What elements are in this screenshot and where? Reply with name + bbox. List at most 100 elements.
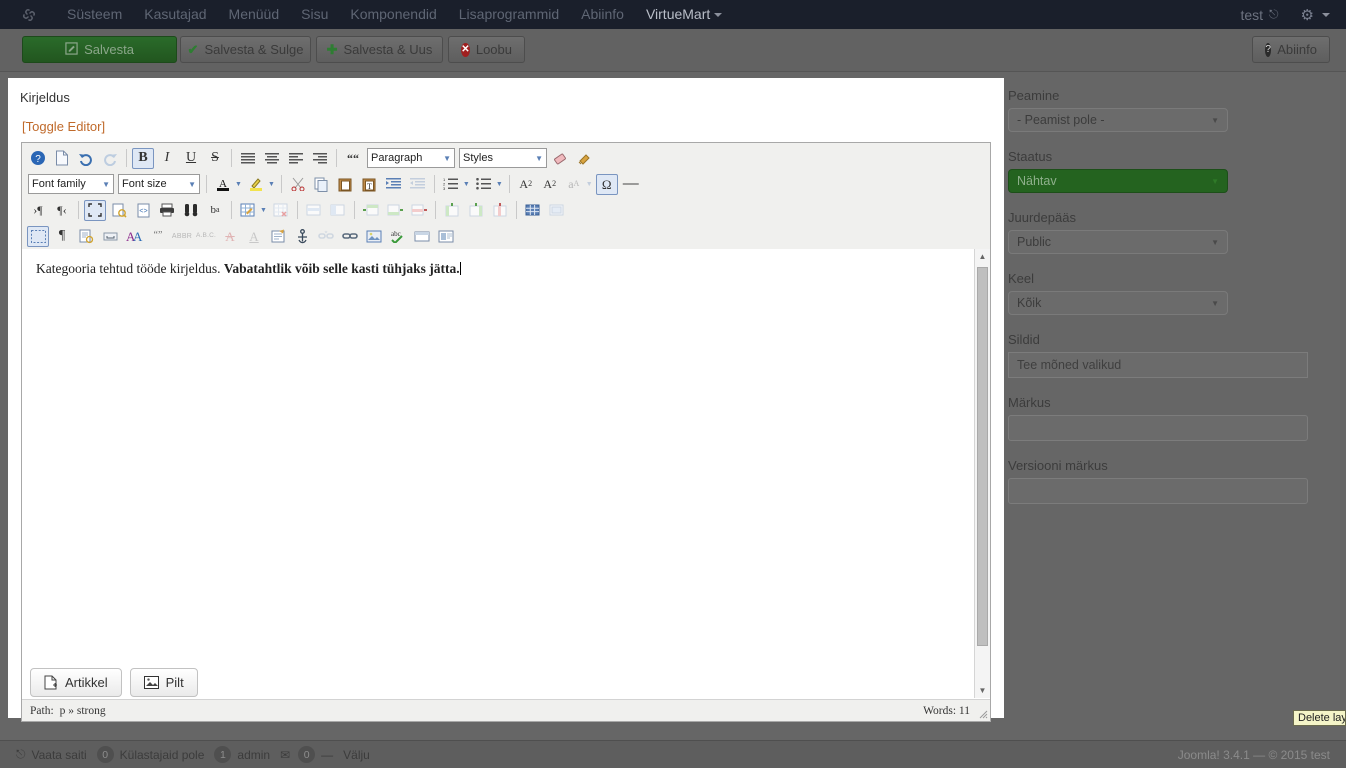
search-binoculars-icon[interactable] bbox=[180, 200, 202, 221]
style-format-icon[interactable]: AA bbox=[123, 226, 145, 247]
ltr-direction-icon[interactable]: ›¶ bbox=[27, 200, 49, 221]
show-blocks-pilcrow-icon[interactable]: ¶ bbox=[51, 226, 73, 247]
gear-icon[interactable]: ⚙ bbox=[1301, 6, 1314, 24]
acronym-icon: A.B.C. bbox=[196, 231, 216, 239]
logout-link[interactable]: Välju bbox=[343, 748, 370, 762]
select-keel[interactable]: Kõik ▼ bbox=[1008, 291, 1228, 315]
insert-article-button[interactable]: Artikkel bbox=[30, 668, 122, 697]
spellcheck-icon[interactable]: abc bbox=[387, 226, 409, 247]
editor-paragraph[interactable]: Kategooria tehtud tööde kirjeldus. Vabat… bbox=[22, 249, 990, 289]
help-icon[interactable]: ? bbox=[27, 148, 49, 169]
chevron-down-icon[interactable]: ▼ bbox=[496, 181, 503, 188]
save-and-close-button[interactable]: ✔ Salvesta & Sulge bbox=[180, 36, 311, 63]
rtl-direction-icon[interactable]: ¶‹ bbox=[51, 200, 73, 221]
paragraph-format-select[interactable]: Paragraph ▼ bbox=[367, 148, 455, 168]
select-juurdepaas[interactable]: Public ▼ bbox=[1008, 230, 1228, 254]
split-merged-cells-icon[interactable] bbox=[522, 200, 544, 221]
source-code-icon[interactable]: <> bbox=[132, 200, 154, 221]
insert-media-icon[interactable] bbox=[411, 226, 433, 247]
nav-item-lisaprogrammid[interactable]: Lisaprogrammid bbox=[448, 0, 570, 29]
editor-scrollbar[interactable]: ▲ ▼ bbox=[974, 249, 990, 698]
chevron-down-icon[interactable]: ▼ bbox=[463, 181, 470, 188]
italic-icon[interactable]: I bbox=[156, 148, 178, 169]
help-label: Abiinfo bbox=[1277, 42, 1317, 57]
paste-icon[interactable] bbox=[335, 174, 357, 195]
chevron-down-icon[interactable] bbox=[1322, 12, 1330, 17]
joomla-logo-icon[interactable] bbox=[20, 6, 38, 24]
text-color-icon[interactable]: A bbox=[212, 174, 234, 195]
cancel-button[interactable]: ✕ Loobu bbox=[448, 36, 525, 63]
editor-resize-grip[interactable] bbox=[976, 707, 988, 719]
view-site-link[interactable]: ⎋ Vaata saiti bbox=[16, 747, 87, 762]
paste-as-text-icon[interactable]: T bbox=[359, 174, 381, 195]
fullscreen-icon[interactable] bbox=[84, 199, 106, 221]
nav-item-susteem[interactable]: Süsteem bbox=[56, 0, 133, 29]
indent-icon[interactable] bbox=[383, 174, 405, 195]
insert-link-icon[interactable] bbox=[339, 226, 361, 247]
nonbreaking-space-icon[interactable] bbox=[99, 226, 121, 247]
nav-item-sisu[interactable]: Sisu bbox=[290, 0, 339, 29]
cite-icon[interactable]: “” bbox=[147, 226, 169, 247]
align-left-icon[interactable] bbox=[285, 148, 307, 169]
superscript-icon[interactable]: A2 bbox=[539, 174, 561, 195]
strikethrough-icon[interactable]: S bbox=[204, 148, 226, 169]
align-right-icon[interactable] bbox=[309, 148, 331, 169]
input-markus[interactable] bbox=[1008, 415, 1308, 441]
toggle-editor-link[interactable]: [Toggle Editor] bbox=[22, 119, 105, 134]
select-peamine[interactable]: - Peamist pole - ▼ bbox=[1008, 108, 1228, 132]
input-versiooni-markus[interactable] bbox=[1008, 478, 1308, 504]
bullet-list-icon[interactable] bbox=[473, 174, 495, 195]
editor-path-value[interactable]: p » strong bbox=[60, 705, 106, 717]
editor-content-area[interactable]: Kategooria tehtud tööde kirjeldus. Vabat… bbox=[22, 249, 990, 698]
blockquote-icon[interactable]: ““ bbox=[342, 148, 364, 169]
font-family-select[interactable]: Font family ▼ bbox=[28, 174, 114, 194]
underline-icon[interactable]: U bbox=[180, 148, 202, 169]
attributes-icon[interactable] bbox=[267, 226, 289, 247]
horizontal-rule-icon[interactable]: — bbox=[620, 174, 642, 195]
special-character-omega-icon[interactable]: Ω bbox=[595, 173, 618, 195]
insert-table-icon[interactable] bbox=[237, 200, 259, 221]
print-icon[interactable] bbox=[156, 200, 178, 221]
copy-icon[interactable] bbox=[311, 174, 333, 195]
save-button[interactable]: Salvesta bbox=[22, 36, 177, 63]
chevron-down-icon[interactable]: ▼ bbox=[260, 207, 267, 214]
insert-image-button[interactable]: Pilt bbox=[129, 668, 198, 697]
background-color-highlight-icon[interactable] bbox=[245, 174, 267, 195]
replace-icon[interactable]: ba bbox=[204, 200, 226, 221]
clean-brush-icon[interactable] bbox=[574, 148, 596, 169]
input-sildid[interactable]: Tee mõned valikud bbox=[1008, 352, 1308, 378]
subscript-icon[interactable]: A2 bbox=[515, 174, 537, 195]
insert-image-icon[interactable] bbox=[363, 226, 385, 247]
nav-item-abiinfo[interactable]: Abiinfo bbox=[570, 0, 635, 29]
admin-label[interactable]: admin bbox=[237, 748, 270, 762]
cut-scissors-icon[interactable] bbox=[287, 174, 309, 195]
chevron-down-icon[interactable]: ▼ bbox=[235, 181, 242, 188]
undo-icon[interactable] bbox=[75, 148, 97, 169]
scrollbar-thumb[interactable] bbox=[977, 267, 988, 646]
numbered-list-icon[interactable]: 123 bbox=[440, 174, 462, 195]
help-button[interactable]: ? Abiinfo bbox=[1252, 36, 1330, 63]
scroll-up-arrow-icon[interactable]: ▲ bbox=[975, 249, 990, 264]
nav-item-kasutajad[interactable]: Kasutajad bbox=[133, 0, 217, 29]
external-link-icon[interactable]: ⎋ bbox=[1269, 7, 1279, 22]
insert-layer-icon[interactable] bbox=[435, 226, 457, 247]
align-center-icon[interactable] bbox=[261, 148, 283, 169]
remove-format-eraser-icon[interactable] bbox=[550, 148, 572, 169]
font-size-select[interactable]: Font size ▼ bbox=[118, 174, 200, 194]
nav-item-komponendid[interactable]: Komponendid bbox=[339, 0, 447, 29]
visual-aid-icon[interactable] bbox=[27, 225, 49, 247]
preview-icon[interactable] bbox=[108, 200, 130, 221]
template-icon[interactable] bbox=[75, 226, 97, 247]
bold-icon[interactable]: B bbox=[132, 147, 154, 169]
envelope-icon[interactable]: ✉ bbox=[280, 748, 290, 762]
align-justify-icon[interactable] bbox=[237, 148, 259, 169]
save-and-new-button[interactable]: ✚ Salvesta & Uus bbox=[316, 36, 443, 63]
insert-anchor-icon[interactable] bbox=[291, 226, 313, 247]
select-staatus[interactable]: Nähtav ▼ bbox=[1008, 169, 1228, 193]
new-document-icon[interactable] bbox=[51, 148, 73, 169]
styles-select[interactable]: Styles ▼ bbox=[459, 148, 547, 168]
nav-item-virtuemart[interactable]: VirtueMart bbox=[635, 0, 733, 29]
chevron-down-icon[interactable]: ▼ bbox=[268, 181, 275, 188]
nav-item-menuud[interactable]: Menüüd bbox=[218, 0, 291, 29]
scroll-down-arrow-icon[interactable]: ▼ bbox=[975, 683, 990, 698]
